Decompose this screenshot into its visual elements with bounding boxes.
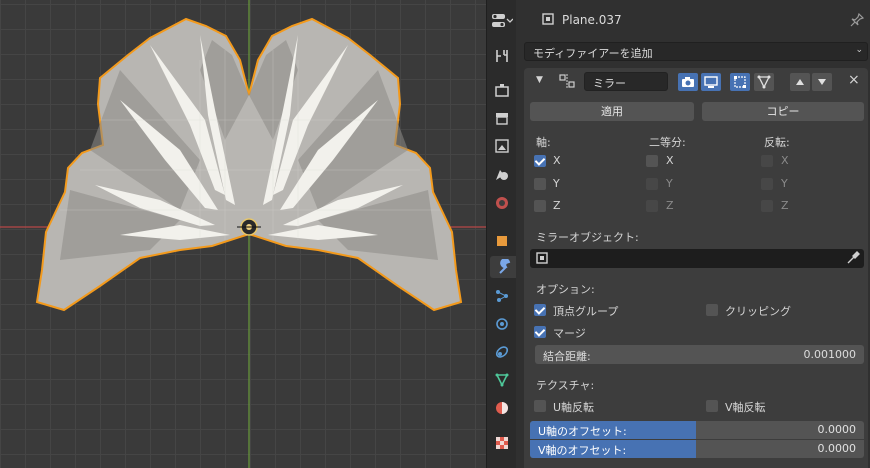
editor-type-icon[interactable] bbox=[490, 10, 514, 32]
object-field-icon bbox=[536, 252, 548, 267]
merge-distance-value: 0.001000 bbox=[803, 348, 857, 361]
axis-x-checkbox[interactable] bbox=[534, 155, 546, 167]
copy-button[interactable]: コピー bbox=[702, 102, 864, 121]
clipping-label: クリッピング bbox=[725, 305, 791, 318]
chevron-down-icon: ⌄ bbox=[855, 45, 863, 55]
u-offset-label: U軸のオフセット: bbox=[538, 425, 627, 438]
camera-icon[interactable] bbox=[678, 73, 698, 91]
scene-icon[interactable] bbox=[490, 163, 514, 185]
bisect-z-label: Z bbox=[666, 199, 674, 212]
options-label: オプション: bbox=[536, 283, 595, 296]
data-icon[interactable] bbox=[490, 369, 514, 391]
3d-viewport[interactable] bbox=[0, 0, 486, 468]
material-icon[interactable] bbox=[490, 397, 514, 419]
world-icon[interactable] bbox=[490, 192, 514, 214]
close-icon[interactable]: × bbox=[848, 72, 860, 88]
mesh-canvas bbox=[0, 0, 486, 468]
axis-header: 軸: bbox=[536, 136, 551, 149]
bisect-header: 二等分: bbox=[649, 136, 686, 149]
axis-y-label: Y bbox=[553, 177, 560, 190]
add-modifier-label: モディファイアーを追加 bbox=[533, 47, 653, 60]
v-offset-field[interactable]: V軸のオフセット: 0.0000 bbox=[530, 440, 864, 458]
physics-icon[interactable] bbox=[490, 313, 514, 335]
bisect-x-checkbox[interactable] bbox=[646, 155, 658, 167]
pin-icon[interactable] bbox=[850, 12, 865, 30]
eyedropper-icon[interactable] bbox=[846, 251, 860, 268]
properties-tab-strip bbox=[486, 0, 517, 468]
bisect-x-label: X bbox=[666, 154, 674, 167]
output-icon[interactable] bbox=[490, 107, 514, 129]
merge-checkbox[interactable] bbox=[534, 326, 546, 338]
modifier-name-field[interactable]: ミラー bbox=[584, 72, 668, 91]
vertex-groups-label: 頂点グループ bbox=[553, 305, 619, 318]
render-icon[interactable] bbox=[490, 79, 514, 101]
flip-v-label: V軸反転 bbox=[725, 401, 766, 414]
tool-icon[interactable] bbox=[490, 45, 514, 67]
flip-z-label: Z bbox=[781, 199, 789, 212]
modifier-wrench-icon[interactable] bbox=[490, 256, 517, 278]
merge-label: マージ bbox=[553, 327, 586, 340]
v-offset-value: 0.0000 bbox=[817, 442, 857, 455]
on-cage-icon[interactable] bbox=[754, 73, 774, 91]
vertex-groups-checkbox[interactable] bbox=[534, 304, 546, 316]
object-name: Plane.037 bbox=[562, 13, 622, 27]
apply-button[interactable]: 適用 bbox=[530, 102, 694, 121]
add-modifier-dropdown[interactable]: モディファイアーを追加 ⌄ bbox=[524, 42, 868, 61]
mirror-object-label: ミラーオブジェクト: bbox=[536, 231, 639, 244]
mirror-modifier-icon bbox=[559, 73, 575, 92]
bisect-z-checkbox[interactable] bbox=[646, 200, 658, 212]
flip-x-checkbox[interactable] bbox=[761, 155, 773, 167]
properties-panel: Plane.037 モディファイアーを追加 ⌄ ▼ ミラー × 適用 コピー 軸… bbox=[516, 0, 870, 468]
axis-y-checkbox[interactable] bbox=[534, 178, 546, 190]
textures-label: テクスチャ: bbox=[536, 379, 595, 392]
move-down-icon[interactable] bbox=[812, 73, 832, 91]
collapse-arrow-icon[interactable]: ▼ bbox=[536, 75, 543, 85]
move-up-icon[interactable] bbox=[790, 73, 810, 91]
merge-distance-field[interactable]: 結合距離: 0.001000 bbox=[535, 345, 864, 364]
properties-header: Plane.037 bbox=[516, 0, 870, 34]
bisect-y-label: Y bbox=[666, 177, 673, 190]
mirror-object-field[interactable] bbox=[530, 249, 864, 268]
flip-z-checkbox[interactable] bbox=[761, 200, 773, 212]
mirror-modifier-panel: ▼ ミラー × 適用 コピー 軸: 二等分: 反転: X X X Y Y Y Z… bbox=[524, 68, 868, 468]
flip-u-label: U軸反転 bbox=[553, 401, 595, 414]
axis-z-checkbox[interactable] bbox=[534, 200, 546, 212]
constraints-icon[interactable] bbox=[490, 341, 514, 363]
texture-icon[interactable] bbox=[490, 432, 514, 454]
view-layer-icon[interactable] bbox=[490, 135, 514, 157]
edit-mode-icon[interactable] bbox=[730, 73, 750, 91]
axis-x-label: X bbox=[553, 154, 561, 167]
bisect-y-checkbox[interactable] bbox=[646, 178, 658, 190]
u-offset-value: 0.0000 bbox=[817, 423, 857, 436]
v-offset-label: V軸のオフセット: bbox=[538, 444, 627, 457]
flip-u-checkbox[interactable] bbox=[534, 400, 546, 412]
flip-y-label: Y bbox=[781, 177, 788, 190]
flip-header: 反転: bbox=[764, 136, 790, 149]
flip-v-checkbox[interactable] bbox=[706, 400, 718, 412]
flip-y-checkbox[interactable] bbox=[761, 178, 773, 190]
u-offset-field[interactable]: U軸のオフセット: 0.0000 bbox=[530, 421, 864, 439]
clipping-checkbox[interactable] bbox=[706, 304, 718, 316]
merge-distance-label: 結合距離: bbox=[543, 350, 591, 363]
axis-z-label: Z bbox=[553, 199, 561, 212]
monitor-icon[interactable] bbox=[701, 73, 721, 91]
particles-icon[interactable] bbox=[490, 285, 514, 307]
object-type-icon bbox=[542, 13, 554, 28]
flip-x-label: X bbox=[781, 154, 789, 167]
object-icon[interactable] bbox=[490, 230, 514, 252]
